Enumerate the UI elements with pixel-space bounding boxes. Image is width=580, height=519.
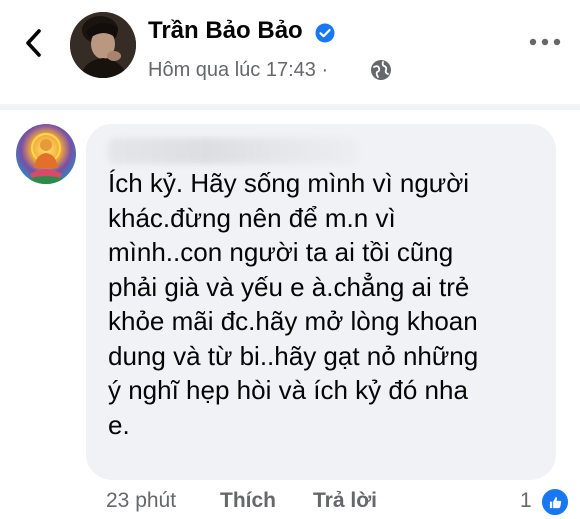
reaction-count[interactable]: 1 — [520, 487, 532, 515]
reply-button[interactable]: Trả lời — [313, 487, 377, 515]
poster-avatar[interactable] — [70, 12, 136, 78]
like-reaction-badge[interactable] — [540, 487, 570, 517]
commenter-avatar[interactable] — [16, 124, 76, 184]
back-button[interactable] — [18, 26, 48, 60]
comment-screen: Trần Bảo Bảo Hôm qua lúc 17:43 · Ích kỷ.… — [0, 0, 580, 519]
poster-name[interactable]: Trần Bảo Bảo — [148, 16, 303, 46]
post-timestamp[interactable]: Hôm qua lúc 17:43 · — [148, 58, 328, 82]
section-divider — [0, 104, 580, 110]
post-header: Trần Bảo Bảo Hôm qua lúc 17:43 · — [0, 0, 580, 104]
comment-timestamp[interactable]: 23 phút — [106, 487, 176, 515]
poster-avatar-image — [70, 12, 136, 78]
more-dots-icon — [529, 38, 561, 46]
verified-badge-icon — [315, 23, 335, 43]
more-options-button[interactable] — [528, 32, 562, 52]
comment-bubble: Ích kỷ. Hãy sống mình vì người khác.đừng… — [86, 124, 556, 480]
like-button[interactable]: Thích — [220, 487, 276, 515]
like-thumb-icon — [549, 496, 561, 508]
buddha-avatar-image — [16, 124, 76, 184]
comment-text: Ích kỷ. Hãy sống mình vì người khác.đừng… — [108, 168, 479, 440]
commenter-name-blurred[interactable] — [108, 138, 358, 164]
chevron-left-icon — [26, 29, 41, 57]
globe-icon — [371, 60, 391, 80]
